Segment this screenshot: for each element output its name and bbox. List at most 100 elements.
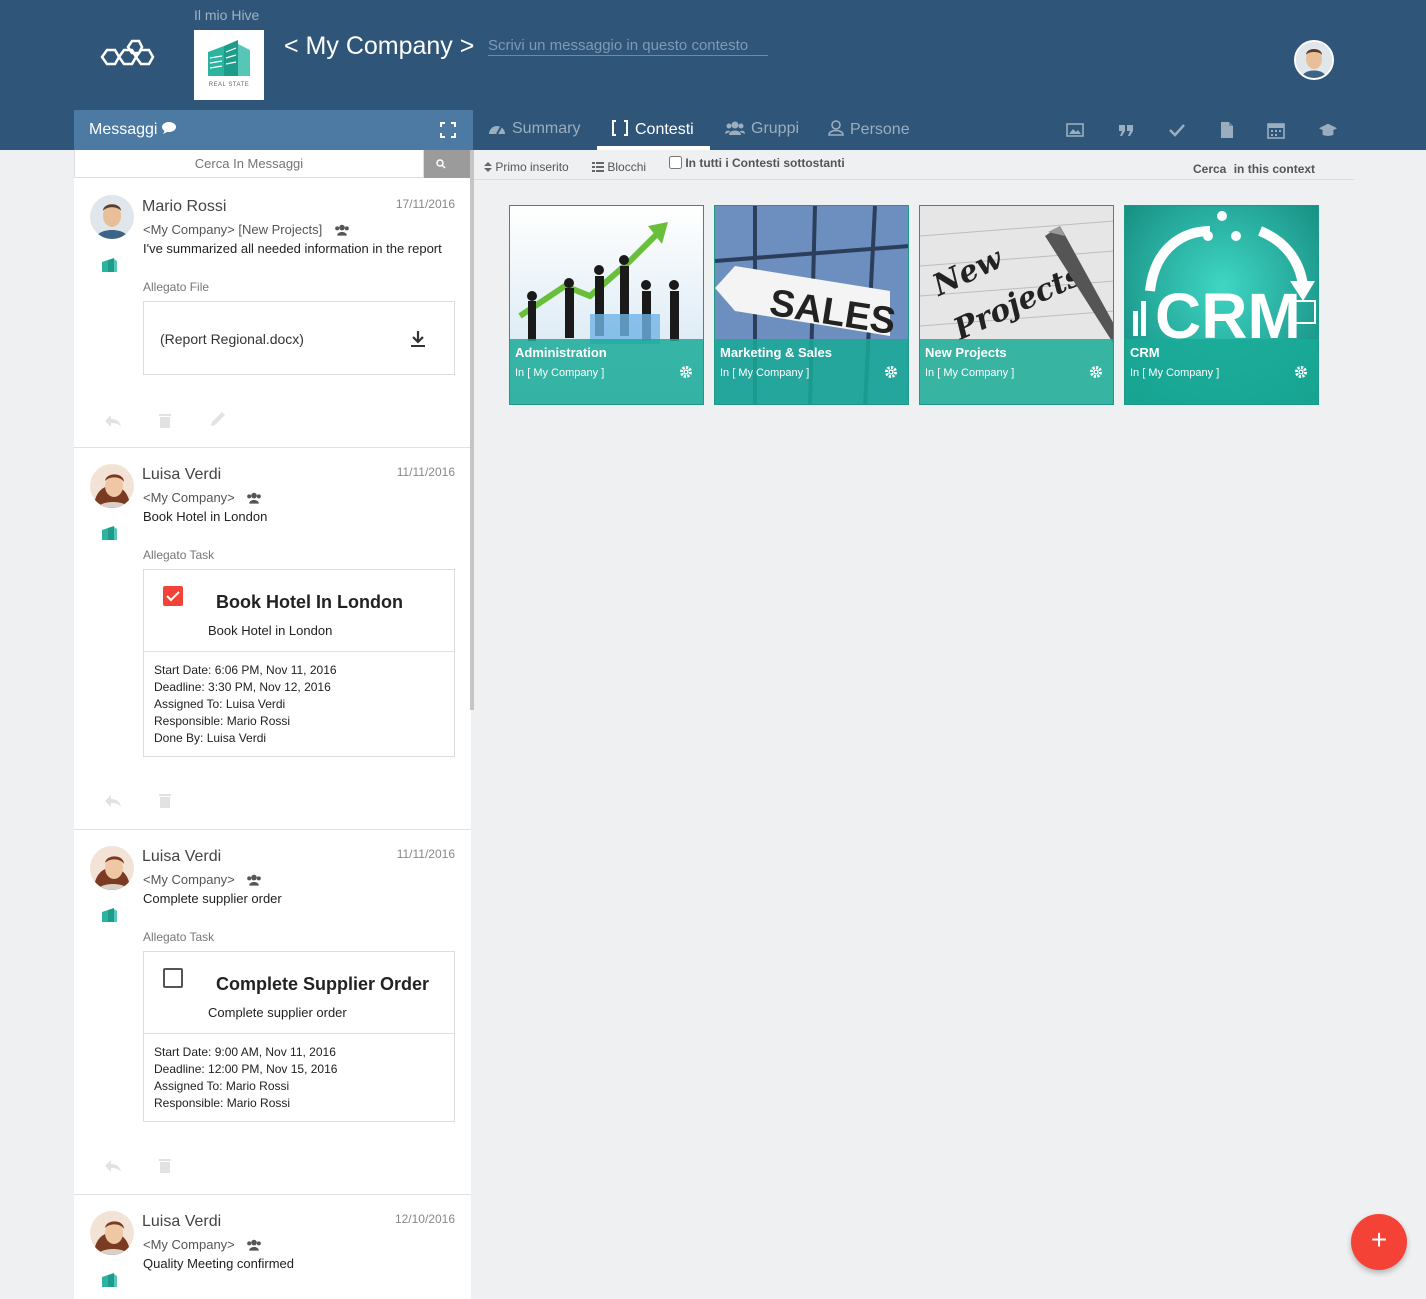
user-avatar[interactable] — [1294, 40, 1334, 80]
reply-icon[interactable] — [104, 414, 122, 433]
context-title[interactable]: < My Company > — [284, 32, 474, 61]
comments-icon — [161, 122, 176, 134]
messages-panel-title: Messaggi — [89, 121, 178, 139]
check-icon[interactable] — [1168, 121, 1186, 139]
context-message-input[interactable] — [488, 36, 768, 56]
delete-icon[interactable] — [158, 412, 172, 433]
task-description: Book Hotel in London — [208, 623, 333, 638]
graduation-cap-icon[interactable] — [1319, 121, 1337, 139]
message-date: 12/10/2016 — [394, 1212, 455, 1226]
avatar[interactable] — [90, 846, 134, 890]
add-button[interactable]: + — [1351, 1214, 1407, 1270]
sort-dropdown[interactable]: Primo inserito — [484, 160, 569, 174]
search-icon — [436, 159, 446, 169]
task-start-date: Start Date: 9:00 AM, Nov 11, 2016 — [154, 1045, 336, 1059]
file-attachment[interactable]: (Report Regional.docx) — [143, 301, 455, 375]
company-mini-logo — [102, 1273, 117, 1287]
context-card-new-projects[interactable]: New Projects New Projects In [ My Compan… — [919, 205, 1114, 405]
message-date: 11/11/2016 — [396, 847, 455, 861]
context-card-crm[interactable]: CRM CRM In [ My Company ] — [1124, 205, 1319, 405]
message-author[interactable]: Luisa Verdi — [142, 466, 221, 484]
message-context-label: <My Company> [New Projects] — [143, 222, 323, 237]
task-description: Complete supplier order — [208, 1005, 347, 1020]
view-mode-toggle[interactable]: Blocchi — [592, 160, 646, 174]
task-details: Start Date: 6:06 PM, Nov 11, 2016 Deadli… — [144, 651, 454, 757]
gear-icon[interactable] — [884, 365, 898, 379]
all-subcontexts-option[interactable]: In tutti i Contesti sottostanti — [669, 156, 845, 170]
messages-search-input[interactable] — [74, 150, 424, 178]
context-card-administration[interactable]: Administration In [ My Company ] — [509, 205, 704, 405]
messages-panel-header: Messaggi — [74, 110, 473, 150]
context-card-name: Marketing & Sales — [720, 345, 832, 360]
avatar[interactable] — [90, 195, 134, 239]
avatar[interactable] — [90, 1211, 134, 1255]
task-attachment[interactable]: Book Hotel In London Book Hotel in Londo… — [143, 569, 455, 757]
quote-icon[interactable] — [1117, 121, 1135, 139]
task-open-checkbox[interactable] — [163, 968, 183, 988]
context-card-parent: In [ My Company ] — [720, 367, 810, 379]
company-logo-text: REAL STATE — [208, 82, 250, 88]
messages-search-button[interactable] — [424, 150, 471, 178]
gear-icon[interactable] — [1294, 365, 1308, 379]
add-button-label: + — [1370, 1224, 1388, 1255]
building-icon — [208, 40, 250, 76]
task-done-checkbox[interactable] — [163, 586, 183, 606]
message-context[interactable]: <My Company> [New Projects] — [143, 222, 350, 237]
message-context-label: <My Company> — [143, 490, 235, 505]
tab-summary[interactable]: Summary — [488, 120, 580, 138]
edit-icon[interactable] — [209, 410, 227, 433]
message-item: Mario Rossi 17/11/2016 <My Company> [New… — [74, 178, 471, 448]
contexts-area: Primo inserito Blocchi In tutti i Contes… — [474, 150, 1426, 1299]
gear-icon[interactable] — [1089, 365, 1103, 379]
expand-icon[interactable] — [440, 122, 456, 138]
group-icon — [247, 492, 262, 504]
reply-icon[interactable] — [104, 794, 122, 813]
users-icon — [725, 121, 745, 135]
task-start-date: Start Date: 6:06 PM, Nov 11, 2016 — [154, 663, 337, 677]
document-icon[interactable] — [1218, 121, 1236, 139]
view-mode-label: Blocchi — [607, 160, 647, 174]
tab-persone-label: Persone — [850, 121, 910, 138]
hive-logo-icon[interactable] — [98, 38, 160, 76]
message-context[interactable]: <My Company> — [143, 872, 262, 887]
sort-label: Primo inserito — [495, 160, 569, 174]
message-context[interactable]: <My Company> — [143, 1237, 262, 1252]
message-item: Luisa Verdi 11/11/2016 <My Company> Comp… — [74, 830, 471, 1195]
tab-contesti-label: Contesti — [635, 121, 694, 138]
hive-label: Il mio Hive — [194, 7, 260, 23]
context-search-scope: in this context — [1233, 162, 1316, 176]
context-card-marketing-sales[interactable]: SALES Marketing & Sales In [ My Company … — [714, 205, 909, 405]
message-author[interactable]: Mario Rossi — [142, 198, 226, 216]
all-subcontexts-checkbox[interactable] — [669, 156, 682, 169]
task-deadline: Deadline: 12:00 PM, Nov 15, 2016 — [154, 1062, 338, 1076]
tab-persone[interactable]: Persone — [828, 120, 910, 139]
context-search[interactable]: Cerca in this context — [1193, 162, 1315, 176]
contexts-toolbar: Primo inserito Blocchi In tutti i Contes… — [474, 150, 1354, 180]
tab-gruppi[interactable]: Gruppi — [725, 120, 799, 138]
message-author[interactable]: Luisa Verdi — [142, 1213, 221, 1231]
group-icon — [247, 874, 262, 886]
avatar[interactable] — [90, 464, 134, 508]
gear-icon[interactable] — [679, 365, 693, 379]
user-icon — [828, 120, 844, 136]
list-icon — [592, 162, 604, 172]
context-card-parent: In [ My Company ] — [515, 367, 605, 379]
image-icon[interactable] — [1066, 121, 1084, 139]
company-mini-logo — [102, 908, 117, 922]
message-context[interactable]: <My Company> — [143, 490, 262, 505]
attachment-label: Allegato Task — [143, 930, 215, 944]
message-text: I've summarized all needed information i… — [143, 241, 442, 256]
download-icon[interactable] — [410, 330, 426, 348]
task-attachment[interactable]: Complete Supplier Order Complete supplie… — [143, 951, 455, 1122]
context-card-parent: In [ My Company ] — [925, 367, 1015, 379]
sort-icon — [484, 162, 492, 172]
delete-icon[interactable] — [158, 1157, 172, 1178]
company-logo[interactable]: REAL STATE — [194, 30, 264, 100]
task-assigned-to: Assigned To: Mario Rossi — [154, 1079, 290, 1093]
tab-contesti[interactable]: Contesti — [611, 120, 694, 139]
delete-icon[interactable] — [158, 792, 172, 813]
calendar-icon[interactable] — [1267, 121, 1285, 139]
reply-icon[interactable] — [104, 1159, 122, 1178]
attachment-label: Allegato Task — [143, 548, 215, 562]
message-author[interactable]: Luisa Verdi — [142, 848, 221, 866]
